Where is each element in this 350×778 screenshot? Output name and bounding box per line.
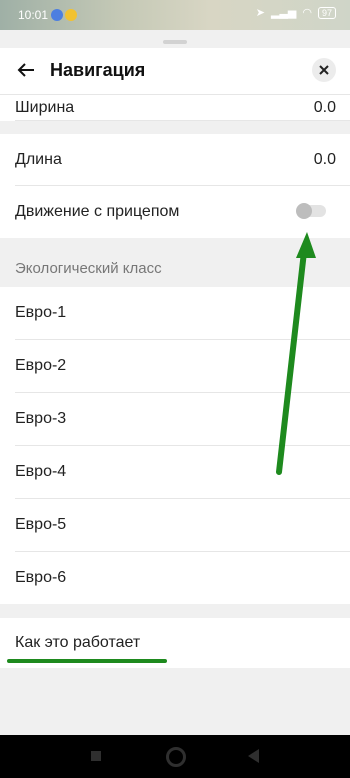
recents-icon[interactable]: [91, 751, 101, 761]
eco-option-label: Евро-4: [15, 463, 67, 480]
eco-option-euro-3[interactable]: Евро-3: [0, 393, 350, 446]
back-arrow-icon[interactable]: [14, 58, 38, 82]
width-value: 0.0: [313, 99, 336, 116]
system-nav-bar: [0, 735, 350, 778]
width-label: Ширина: [15, 99, 75, 116]
status-icons: ➤ ▂▃▅ ◠ 97: [256, 6, 336, 19]
wifi-icon: ◠: [302, 7, 312, 19]
navigation-settings-sheet: Навигация Ширина 0.0 Длина 0.0 Движение …: [0, 30, 350, 735]
trailer-toggle[interactable]: [296, 203, 326, 219]
eco-option-euro-2[interactable]: Евро-2: [0, 340, 350, 393]
status-bar: 10:01 ➤ ▂▃▅ ◠ 97: [0, 0, 350, 30]
how-it-works-link[interactable]: Как это работает: [0, 618, 350, 668]
length-value: 0.0: [313, 151, 336, 168]
eco-option-euro-5[interactable]: Евро-5: [0, 499, 350, 552]
how-it-works-label: Как это работает: [15, 634, 141, 651]
eco-option-label: Евро-2: [15, 357, 67, 374]
eco-option-label: Евро-6: [15, 569, 67, 586]
length-row[interactable]: Длина 0.0: [0, 134, 350, 186]
signal-icon: ▂▃▅: [270, 7, 297, 19]
status-time: 10:01: [18, 8, 49, 22]
phone-call-icon: [51, 9, 63, 21]
eco-option-euro-1[interactable]: Евро-1: [0, 287, 350, 340]
eco-option-label: Евро-3: [15, 410, 67, 427]
trailer-label: Движение с прицепом: [15, 203, 180, 220]
page-title: Навигация: [50, 60, 146, 80]
eco-option-euro-4[interactable]: Евро-4: [0, 446, 350, 499]
length-label: Длина: [15, 151, 62, 168]
location-icon: ➤: [255, 7, 265, 19]
width-row[interactable]: Ширина 0.0: [0, 95, 350, 121]
eco-option-label: Евро-1: [15, 304, 67, 321]
trailer-row[interactable]: Движение с прицепом: [0, 186, 350, 238]
drag-handle[interactable]: [163, 40, 187, 44]
eco-option-euro-6[interactable]: Евро-6: [0, 552, 350, 604]
divider: [15, 120, 350, 121]
header: Навигация: [0, 48, 350, 95]
battery-icon: 97: [317, 6, 336, 19]
back-icon[interactable]: [248, 749, 259, 763]
home-icon[interactable]: [166, 747, 186, 767]
eco-class-section-title: Экологический класс: [15, 260, 162, 277]
toggle-knob: [296, 203, 312, 219]
notification-icon: [65, 9, 77, 21]
close-icon[interactable]: [312, 58, 336, 82]
eco-option-label: Евро-5: [15, 516, 67, 533]
